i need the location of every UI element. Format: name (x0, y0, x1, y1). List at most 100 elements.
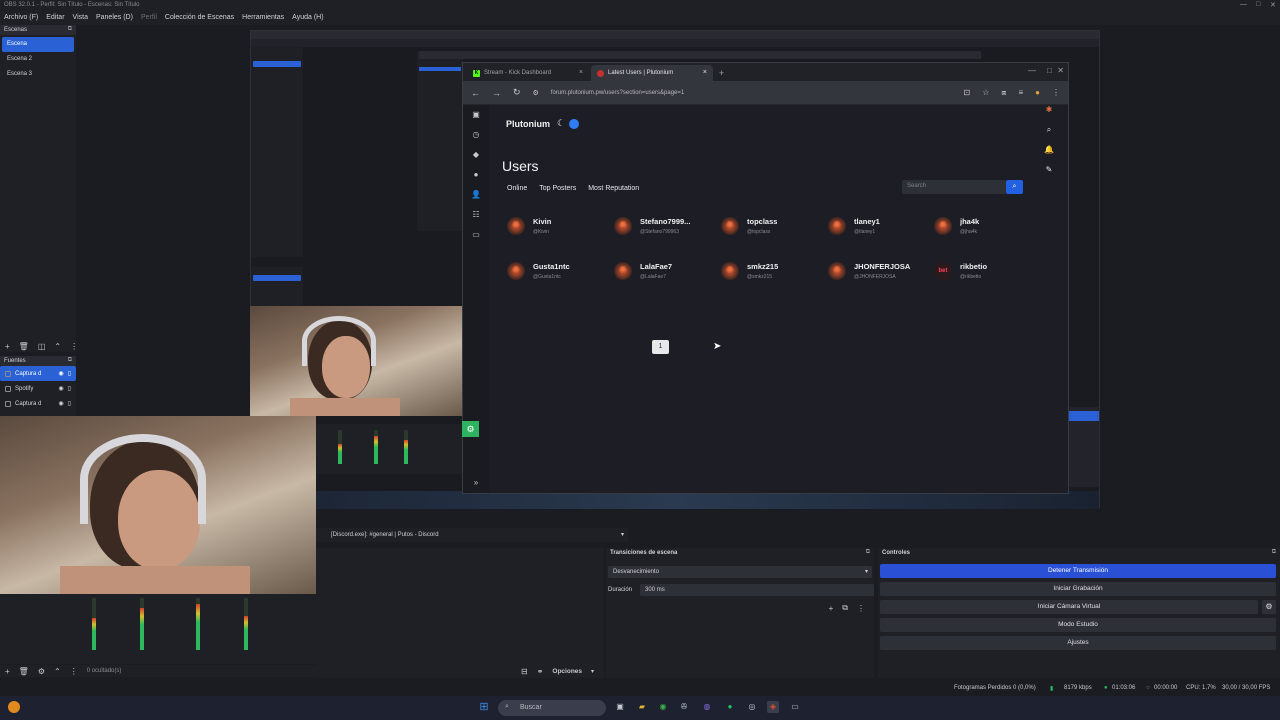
menu-ayuda[interactable]: Ayuda (H) (292, 14, 323, 22)
start-recording-button[interactable]: Iniciar Grabación (880, 582, 1276, 596)
url-field[interactable]: forum.plutonium.pw/users?section=users&p… (551, 90, 952, 96)
scene-item-escena-3[interactable]: Escena 3 (2, 67, 74, 82)
user-name[interactable]: LalaFae7 (640, 262, 672, 271)
start-icon[interactable]: ⊞ (478, 701, 490, 713)
profile-icon[interactable]: ● (1035, 88, 1040, 97)
settings-button[interactable]: Ajustes (880, 636, 1276, 650)
filter-icon[interactable]: ◫ (38, 342, 46, 351)
user-name[interactable]: tlaney1 (854, 217, 880, 226)
more-icon[interactable]: ⋮ (70, 342, 78, 351)
studio-mode-button[interactable]: Modo Estudio (880, 618, 1276, 632)
menu-icon[interactable]: ⋮ (1052, 88, 1060, 97)
terminal-icon[interactable]: ▭ (789, 701, 801, 713)
menu-coleccion[interactable]: Colección de Escenas (165, 14, 234, 22)
discord-icon[interactable]: ◍ (701, 701, 713, 713)
menu-archivo[interactable]: Archivo (F) (4, 14, 38, 22)
avatar[interactable]: ✱ (1042, 105, 1056, 125)
link-icon[interactable]: ⚭ (537, 667, 544, 676)
user-name[interactable]: Kivin (533, 217, 551, 226)
close-icon[interactable]: ✕ (1057, 66, 1064, 75)
menu-vista[interactable]: Vista (73, 14, 88, 22)
close-tab-icon[interactable]: × (703, 69, 707, 76)
menu-perfil[interactable]: Perfil (141, 14, 157, 22)
lock-icon[interactable]: ▯ (68, 370, 71, 377)
undock-icon[interactable]: ⧉ (1272, 549, 1276, 556)
tab-plutonium[interactable]: Latest Users | Plutonium × (591, 65, 713, 81)
scene-item-escena[interactable]: Escena (2, 37, 74, 52)
user-name[interactable]: JHONFERJOSA (854, 262, 910, 271)
minimize-icon[interactable]: — (1028, 66, 1036, 75)
media-icon[interactable]: ≡ (1018, 88, 1023, 97)
theme-toggle[interactable] (569, 119, 579, 129)
forward-icon[interactable]: → (492, 88, 501, 98)
stop-stream-button[interactable]: Detener Transmisión (880, 564, 1276, 578)
minimize-icon[interactable]: — (1240, 1, 1247, 8)
source-item-captura-1[interactable]: Captura d ◉ ▯ (0, 366, 76, 381)
gear-icon[interactable]: ⚙ (1262, 600, 1276, 614)
obs-icon[interactable]: ◎ (746, 701, 758, 713)
remove-source-icon[interactable]: 🗑 (19, 667, 29, 676)
settings-gear-icon[interactable]: ⚙ (462, 421, 479, 437)
file-explorer-icon[interactable]: ▰ (636, 701, 648, 713)
chrome-icon[interactable]: ◉ (657, 701, 669, 713)
user-card[interactable]: ✺ Kivin @Kivin (507, 212, 613, 240)
search-icon[interactable]: ⌕ (1042, 125, 1056, 145)
options-button[interactable]: Opciones (552, 668, 582, 675)
user-name[interactable]: rikbetio (960, 262, 987, 271)
browser-app-icon[interactable]: ◈ (767, 701, 779, 713)
user-card[interactable]: ✺ JHONFERJOSA @JHONFERJOSA (828, 257, 934, 285)
popular-icon[interactable]: ● (463, 165, 489, 185)
steam-icon[interactable]: ✇ (678, 701, 690, 713)
tab-kick[interactable]: K Stream - Kick Dashboard × (467, 65, 589, 81)
move-up-icon[interactable]: ⌃ (54, 667, 61, 676)
user-card[interactable]: ✺ Gusta1ntc @Gusta1ntc (507, 257, 613, 285)
undock-icon[interactable]: ⧉ (68, 357, 72, 364)
start-virtual-camera-button[interactable]: Iniciar Cámara Virtual (880, 600, 1258, 614)
transition-select[interactable]: Desvanecimiento ▾ (608, 566, 872, 578)
eye-icon[interactable]: ◉ (58, 385, 63, 392)
maximize-icon[interactable]: □ (1256, 1, 1260, 8)
source-item-captura-2[interactable]: Captura d ◉ ▯ (0, 396, 76, 411)
source-item-spotify[interactable]: Spotify ◉ ▯ (0, 381, 76, 396)
users-icon[interactable]: 👤 (463, 185, 489, 205)
add-scene-icon[interactable]: + (5, 342, 10, 351)
close-tab-icon[interactable]: × (579, 69, 583, 76)
scene-item-escena-2[interactable]: Escena 2 (2, 52, 74, 67)
nav-most-reputation[interactable]: Most Reputation (588, 185, 639, 192)
eye-icon[interactable]: ◉ (58, 370, 63, 377)
add-transition-icon[interactable]: + (829, 604, 834, 613)
nav-top-posters[interactable]: Top Posters (539, 185, 576, 192)
remove-scene-icon[interactable]: 🗑 (19, 342, 29, 351)
user-name[interactable]: jha4k (960, 217, 979, 226)
add-source-icon[interactable]: + (5, 667, 10, 676)
taskbar-search[interactable]: ⌕ Buscar (498, 700, 606, 716)
expand-icon[interactable]: » (463, 473, 489, 493)
reload-icon[interactable]: ↻ (513, 87, 521, 98)
site-info-icon[interactable]: ⚙ (533, 89, 539, 97)
menu-paneles[interactable]: Paneles (D) (96, 14, 133, 22)
lock-icon[interactable]: ▯ (68, 400, 71, 407)
recent-icon[interactable]: ◷ (463, 125, 489, 145)
extensions-icon[interactable]: ⧈ (1001, 88, 1006, 98)
user-card[interactable]: ✺ smkz215 @smkz215 (721, 257, 827, 285)
back-icon[interactable]: ← (471, 88, 480, 98)
grid-icon[interactable]: ⊟ (521, 667, 528, 676)
pagination-current[interactable]: 1 (652, 340, 669, 354)
notifications-icon[interactable]: 🔔 (1042, 145, 1056, 165)
lock-icon[interactable]: ▯ (68, 385, 71, 392)
moon-icon[interactable]: ☾ (557, 118, 565, 129)
gear-icon[interactable]: ⚙ (38, 667, 45, 676)
user-card[interactable]: ✺ Stefano7999... @Stefano799963 (614, 212, 720, 240)
user-name[interactable]: smkz215 (747, 262, 778, 271)
move-up-icon[interactable]: ⌃ (54, 342, 61, 351)
task-view-icon[interactable]: ▣ (614, 701, 626, 713)
new-tab-icon[interactable]: + (719, 68, 724, 78)
groups-icon[interactable]: ☷ (463, 205, 489, 225)
duration-stepper[interactable]: 300 ms (640, 584, 874, 596)
menu-herramientas[interactable]: Herramientas (242, 14, 284, 22)
copy-icon[interactable]: ⧉ (842, 603, 848, 613)
tags-icon[interactable]: ◆ (463, 145, 489, 165)
source-select[interactable]: [Discord.exe]: #general | Putos - Discor… (326, 529, 628, 541)
search-icon[interactable]: ⌕ (1006, 180, 1023, 194)
eye-icon[interactable]: ◉ (58, 400, 63, 407)
